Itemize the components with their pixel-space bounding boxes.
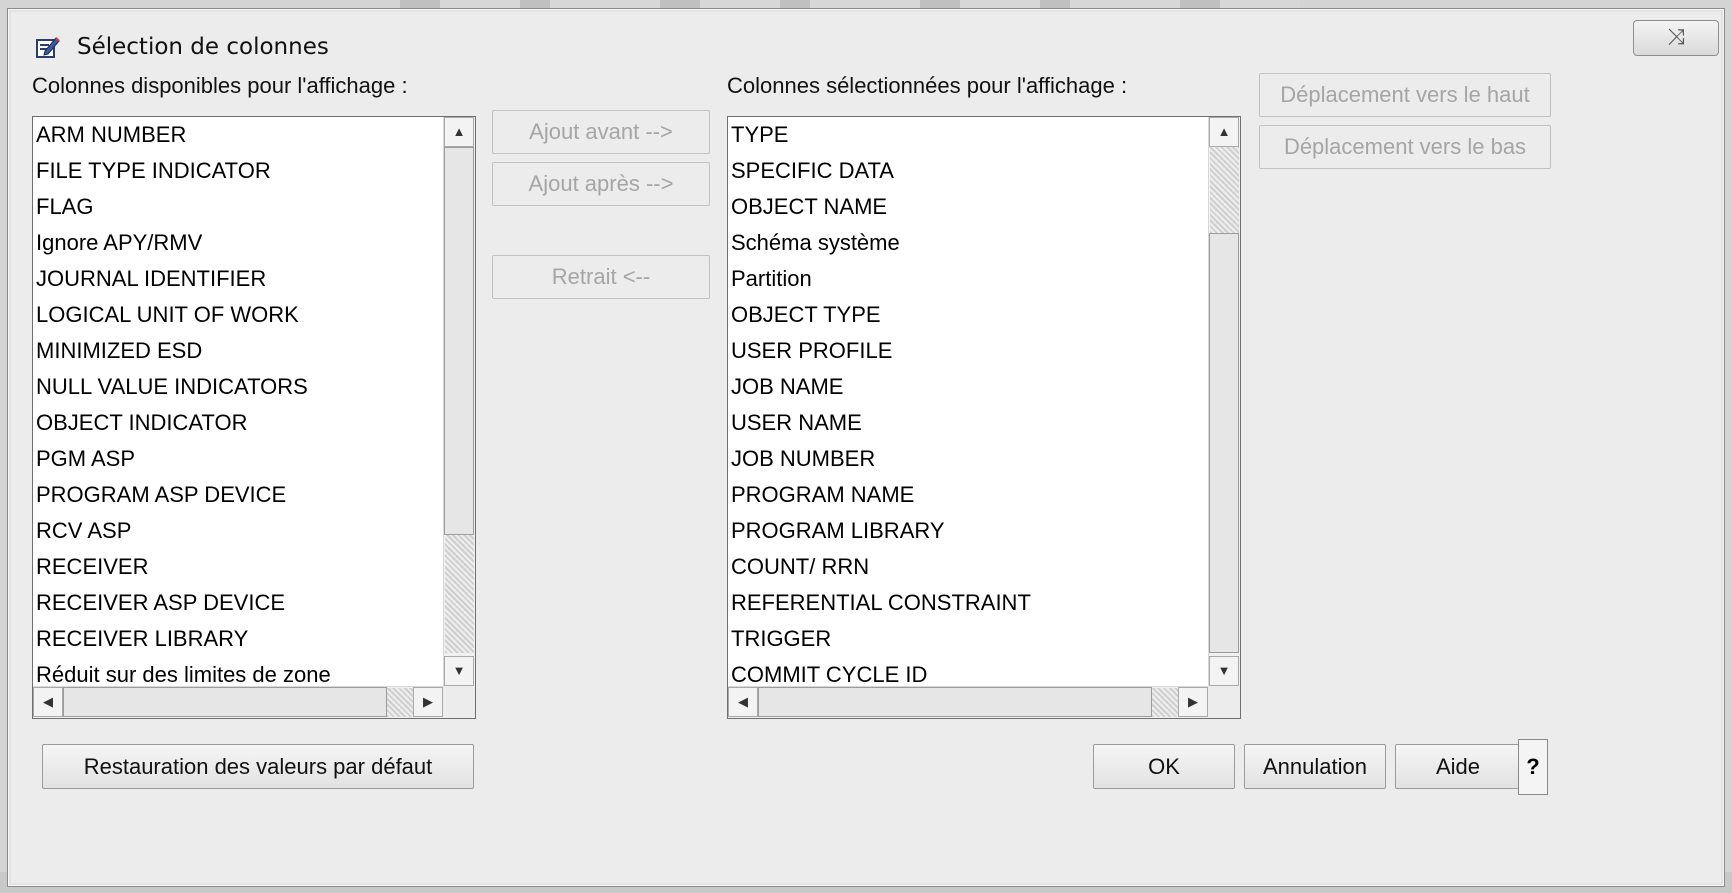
selected-column-item[interactable]: SPECIFIC DATA [728, 153, 1208, 189]
scroll-thumb[interactable] [1209, 233, 1239, 653]
dialog-title: Sélection de colonnes [77, 34, 329, 60]
available-columns-items: ARM NUMBER FILE TYPE INDICATOR FLAG Ignore … [33, 117, 443, 686]
available-horizontal-scrollbar[interactable]: ◀ ▶ [33, 686, 443, 718]
scroll-left-icon: ◀ [43, 694, 53, 709]
scroll-up-button[interactable]: ▲ [444, 117, 474, 147]
available-column-item[interactable]: ARM NUMBER [33, 117, 443, 153]
selected-column-item[interactable]: COUNT/ RRN [728, 549, 1208, 585]
scroll-track [1210, 147, 1239, 233]
selected-column-item[interactable]: PROGRAM LIBRARY [728, 513, 1208, 549]
cancel-button[interactable]: Annulation [1244, 744, 1386, 789]
scroll-track-horizontal [1152, 688, 1178, 717]
selected-column-item[interactable]: Partition [728, 261, 1208, 297]
scroll-down-button[interactable]: ▼ [1209, 656, 1239, 686]
scroll-down-button[interactable]: ▼ [444, 656, 474, 686]
close-button[interactable]: ⤨ [1633, 20, 1719, 56]
close-icon: ⤨ [1667, 24, 1685, 49]
selected-columns-items: TYPE SPECIFIC DATA OBJECT NAME Schéma systè… [728, 117, 1208, 686]
move-down-button[interactable]: Déplacement vers le bas [1259, 125, 1551, 169]
available-column-item[interactable]: Ignore APY/RMV [33, 225, 443, 261]
scroll-right-button[interactable]: ▶ [1178, 687, 1208, 717]
scroll-right-button[interactable]: ▶ [413, 687, 443, 717]
selected-columns-list[interactable]: TYPE SPECIFIC DATA OBJECT NAME Schéma systè… [727, 116, 1241, 719]
selected-column-item[interactable]: USER PROFILE [728, 333, 1208, 369]
selected-column-item[interactable]: JOB NAME [728, 369, 1208, 405]
available-column-item[interactable]: RECEIVER ASP DEVICE [33, 585, 443, 621]
available-column-item[interactable]: RECEIVER [33, 549, 443, 585]
selected-horizontal-scrollbar[interactable]: ◀ ▶ [728, 686, 1208, 718]
available-column-item[interactable]: FILE TYPE INDICATOR [33, 153, 443, 189]
help-button[interactable]: Aide [1395, 744, 1521, 789]
selected-column-item[interactable]: TYPE [728, 117, 1208, 153]
selected-column-item[interactable]: TRIGGER [728, 621, 1208, 657]
ok-button[interactable]: OK [1093, 744, 1235, 789]
available-columns-label: Colonnes disponibles pour l'affichage : [32, 73, 408, 98]
available-column-item[interactable]: PROGRAM ASP DEVICE [33, 477, 443, 513]
scroll-thumb[interactable] [444, 147, 474, 535]
edit-pencil-icon [36, 35, 60, 59]
selected-vertical-scrollbar[interactable]: ▲ ▼ [1208, 117, 1240, 686]
available-column-item[interactable]: JOURNAL IDENTIFIER [33, 261, 443, 297]
scroll-track [445, 535, 474, 653]
selected-column-item[interactable]: Schéma système [728, 225, 1208, 261]
available-column-item[interactable]: MINIMIZED ESD [33, 333, 443, 369]
add-after-button[interactable]: Ajout après --> [492, 162, 710, 206]
available-vertical-scrollbar[interactable]: ▲ ▼ [443, 117, 475, 686]
scroll-thumb-horizontal[interactable] [63, 687, 387, 717]
remove-button[interactable]: Retrait <-- [492, 255, 710, 299]
scroll-up-icon: ▲ [452, 124, 466, 139]
context-help-button[interactable]: ? [1518, 739, 1548, 795]
available-columns-list[interactable]: ARM NUMBER FILE TYPE INDICATOR FLAG Ignore … [32, 116, 476, 719]
scroll-left-button[interactable]: ◀ [728, 687, 758, 717]
available-column-item[interactable]: OBJECT INDICATOR [33, 405, 443, 441]
available-column-item[interactable]: RECEIVER LIBRARY [33, 621, 443, 657]
scroll-down-icon: ▼ [452, 663, 466, 678]
scroll-right-icon: ▶ [423, 694, 433, 709]
scroll-right-icon: ▶ [1188, 694, 1198, 709]
selected-column-item[interactable]: JOB NUMBER [728, 441, 1208, 477]
column-selection-dialog: Sélection de colonnes ⤨ Colonnes disponi… [7, 8, 1725, 887]
scroll-left-button[interactable]: ◀ [33, 687, 63, 717]
scroll-down-icon: ▼ [1217, 663, 1231, 678]
scroll-corner [1208, 686, 1240, 718]
dialog-titlebar: Sélection de colonnes ⤨ [8, 9, 1724, 73]
scroll-up-icon: ▲ [1217, 124, 1231, 139]
available-column-item[interactable]: Réduit sur des limites de zone [33, 657, 443, 686]
scroll-up-button[interactable]: ▲ [1209, 117, 1239, 147]
move-up-button[interactable]: Déplacement vers le haut [1259, 73, 1551, 117]
selected-column-item[interactable]: REFERENTIAL CONSTRAINT [728, 585, 1208, 621]
available-column-item[interactable]: FLAG [33, 189, 443, 225]
selected-column-item[interactable]: OBJECT NAME [728, 189, 1208, 225]
restore-defaults-button[interactable]: Restauration des valeurs par défaut [42, 744, 474, 789]
selected-column-item[interactable]: COMMIT CYCLE ID [728, 657, 1208, 686]
scroll-left-icon: ◀ [738, 694, 748, 709]
available-column-item[interactable]: PGM ASP [33, 441, 443, 477]
add-before-button[interactable]: Ajout avant --> [492, 110, 710, 154]
selected-column-item[interactable]: PROGRAM NAME [728, 477, 1208, 513]
scroll-thumb-horizontal[interactable] [758, 687, 1152, 717]
selected-column-item[interactable]: OBJECT TYPE [728, 297, 1208, 333]
selected-columns-label: Colonnes sélectionnées pour l'affichage … [727, 73, 1128, 98]
available-column-item[interactable]: LOGICAL UNIT OF WORK [33, 297, 443, 333]
available-column-item[interactable]: RCV ASP [33, 513, 443, 549]
scroll-track-horizontal [387, 688, 413, 717]
scroll-corner [443, 686, 475, 718]
available-column-item[interactable]: NULL VALUE INDICATORS [33, 369, 443, 405]
selected-column-item[interactable]: USER NAME [728, 405, 1208, 441]
